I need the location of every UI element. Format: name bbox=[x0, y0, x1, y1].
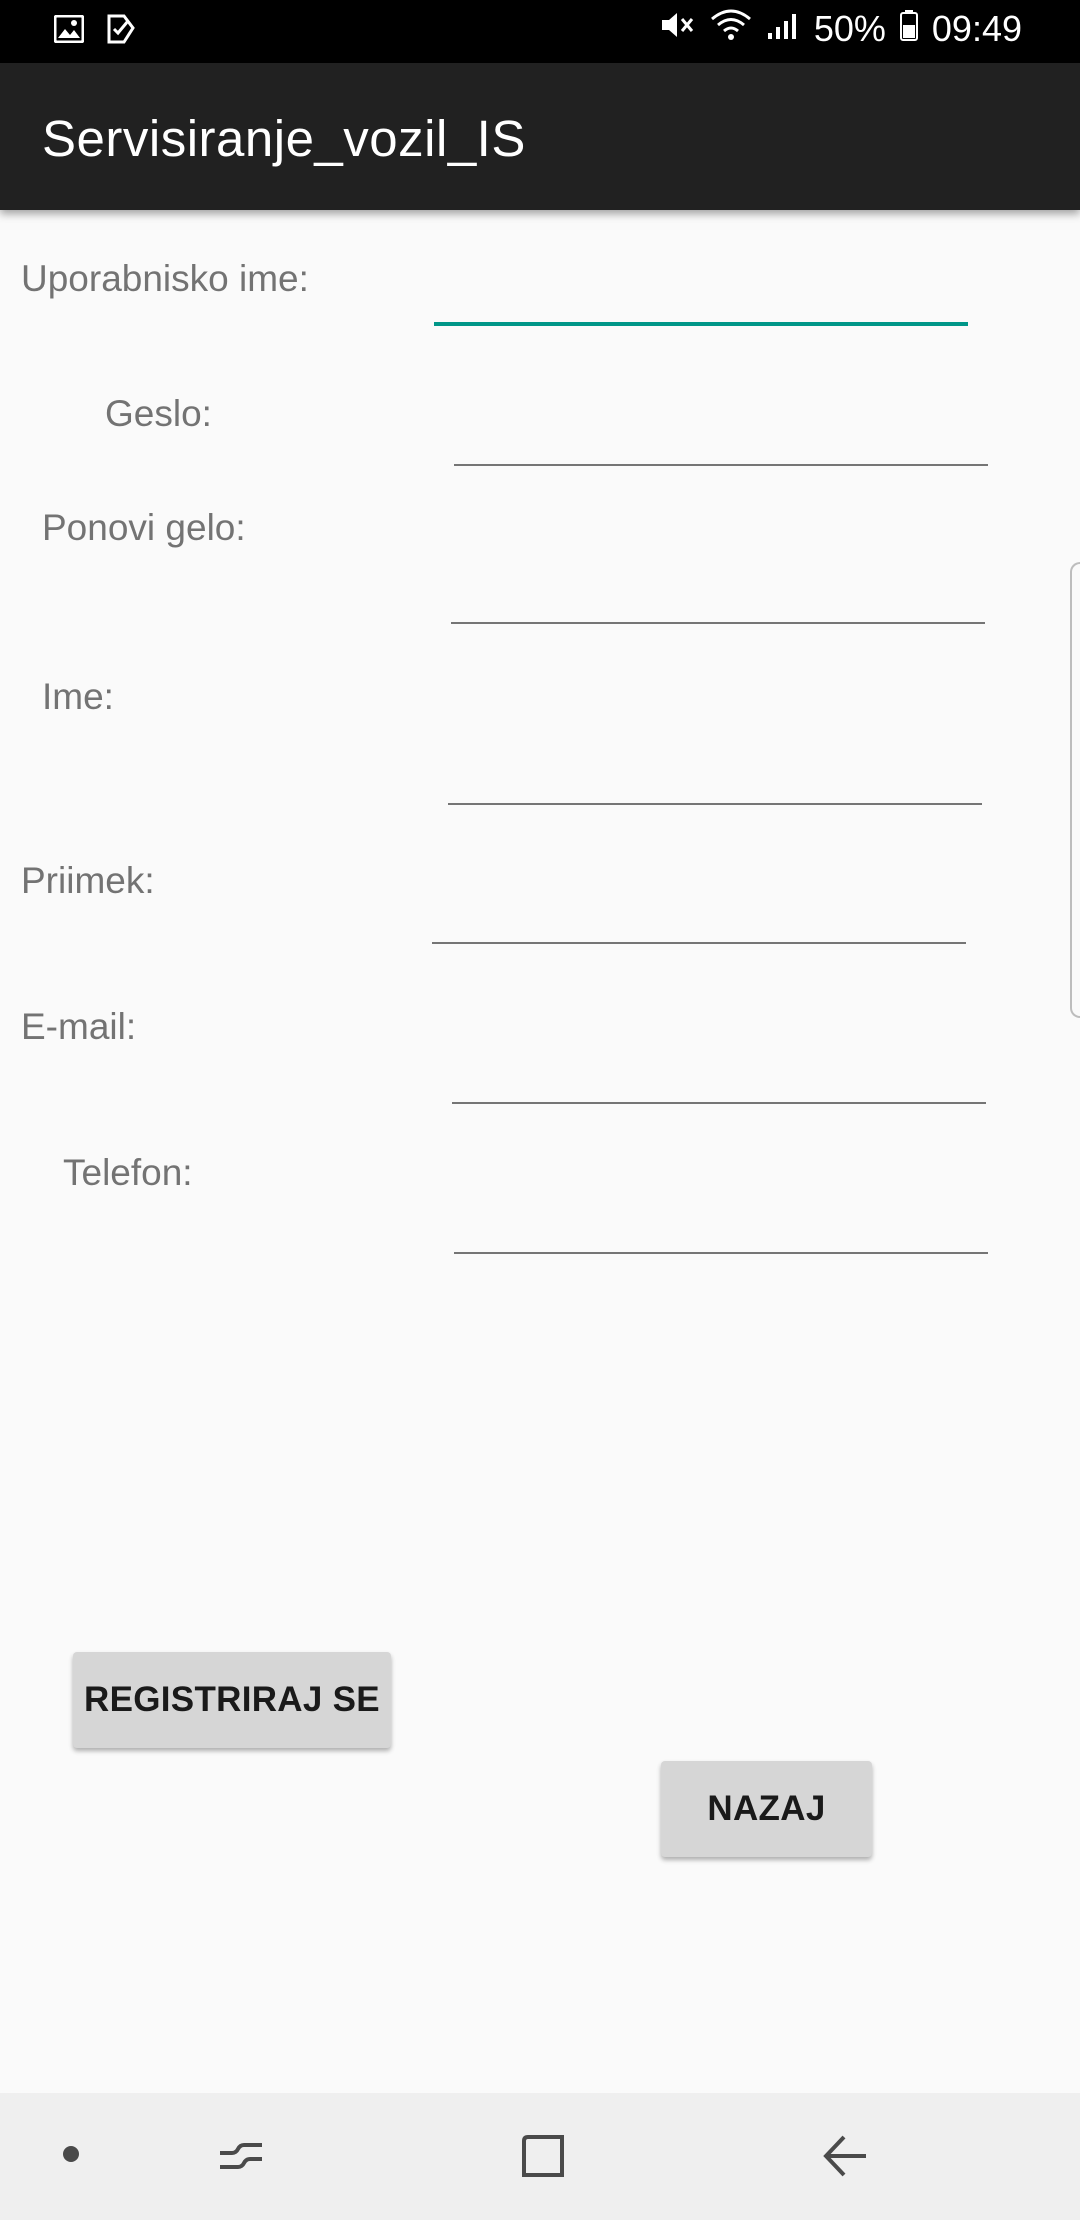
recents-icon[interactable] bbox=[218, 2133, 264, 2184]
last-name-field[interactable] bbox=[432, 884, 966, 944]
register-button[interactable]: REGISTRIRAJ SE bbox=[73, 1652, 391, 1748]
password-label: Geslo: bbox=[105, 393, 212, 434]
checklist-icon bbox=[106, 14, 136, 49]
battery-icon bbox=[899, 8, 918, 50]
username-label: Uporabnisko ime: bbox=[21, 258, 309, 299]
phone-label: Telefon: bbox=[63, 1152, 193, 1193]
app-title: Servisiranje_vozil_IS bbox=[42, 110, 526, 167]
back-button[interactable]: NAZAJ bbox=[661, 1761, 872, 1857]
mute-icon bbox=[660, 8, 696, 50]
repeat-password-label: Ponovi gelo: bbox=[42, 507, 246, 548]
battery-percent: 50% bbox=[813, 8, 886, 49]
home-icon[interactable] bbox=[520, 2133, 566, 2184]
email-label: E-mail: bbox=[21, 1006, 137, 1047]
password-field[interactable] bbox=[454, 406, 988, 466]
edge-panel-handle[interactable] bbox=[1070, 562, 1080, 1018]
first-name-field[interactable] bbox=[448, 745, 982, 805]
repeat-password-field[interactable] bbox=[451, 564, 985, 624]
navigation-bar bbox=[0, 2093, 1080, 2220]
signal-icon bbox=[766, 8, 800, 50]
email-field[interactable] bbox=[452, 1044, 986, 1104]
back-icon[interactable] bbox=[822, 2133, 868, 2184]
dot-icon[interactable] bbox=[60, 2143, 82, 2170]
wifi-icon bbox=[710, 8, 752, 50]
first-name-label: Ime: bbox=[42, 676, 114, 717]
phone-field[interactable] bbox=[454, 1194, 988, 1254]
status-bar: 50% 09:49 bbox=[0, 0, 1080, 63]
clock: 09:49 bbox=[931, 8, 1022, 49]
last-name-label: Priimek: bbox=[21, 860, 155, 901]
username-field[interactable] bbox=[434, 264, 968, 326]
gallery-icon bbox=[53, 14, 85, 48]
app-bar: Servisiranje_vozil_IS bbox=[0, 63, 1080, 210]
